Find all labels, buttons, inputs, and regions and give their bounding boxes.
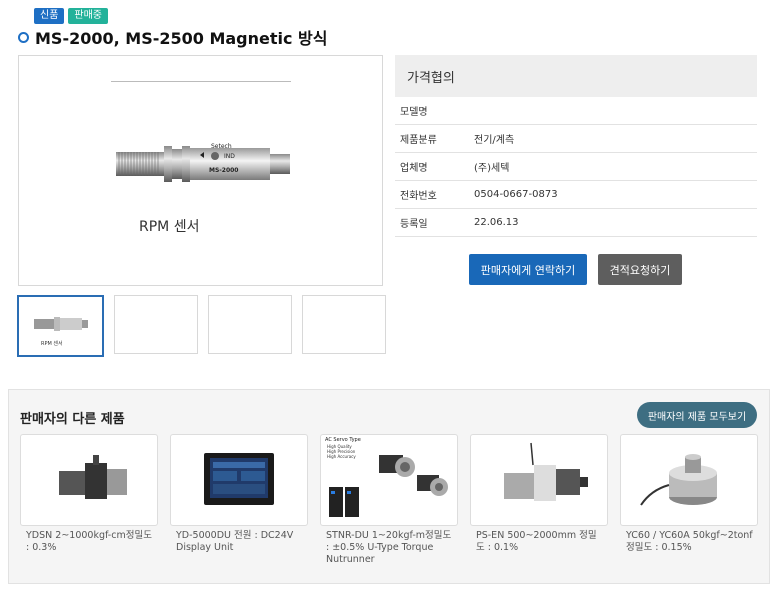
new-badge: 신품 [34,8,65,24]
see-all-products-button[interactable]: 판매자의 제품 모두보기 [637,402,757,428]
thumbnail-4[interactable] [302,295,386,354]
info-row-model: 모델명 [395,97,757,125]
request-quote-button[interactable]: 견적요청하기 [598,254,682,285]
info-label: 등록일 [400,219,428,230]
image-caption: RPM 센서 [139,219,200,235]
other-products-section: 판매자의 다른 제품 판매자의 제품 모두보기 YDSN 2~1000kgf-c… [8,389,770,584]
info-row-category: 제품분류 전기/계측 [395,125,757,153]
sensor-label: IND [224,153,235,160]
product-card-list: YDSN 2~1000kgf-cm정밀도 : 0.3% YD-5000DU 전원… [20,434,758,566]
info-row-company: 업체명 (주)세텍 [395,153,757,181]
display-unit-image [204,453,274,505]
info-label: 업체명 [400,163,428,174]
product-main-image[interactable]: Setech IND MS-2000 RPM 센서 [18,55,383,286]
product-card[interactable]: YD-5000DU 전원 : DC24V Display Unit [170,434,308,566]
info-value: 전기/계측 [474,135,515,146]
product-card[interactable]: AC Servo Type High Quality High Precisio… [320,434,458,566]
product-card-name[interactable]: PS-EN 500~2000mm 정밀도 : 0.1% [470,530,608,554]
load-cell-image [640,454,717,506]
product-card[interactable]: YC60 / YC60A 50kgf~2tonf 정밀도 : 0.15% [620,434,758,566]
product-info-panel: 가격협의 모델명 제품분류 전기/계측 업체명 (주)세텍 전화번호 0504-… [395,55,757,237]
product-card-image[interactable] [170,434,308,526]
selling-badge: 판매중 [68,8,109,24]
thumbnail-strip: RPM 센서 [17,295,386,357]
product-card-name[interactable]: YC60 / YC60A 50kgf~2tonf 정밀도 : 0.15% [620,530,758,554]
circle-bullet-icon [18,31,29,43]
info-value: (주)세텍 [474,163,510,174]
thumbnail-2[interactable] [114,295,198,354]
info-value: 22.06.13 [474,217,519,228]
product-card-name[interactable]: YD-5000DU 전원 : DC24V Display Unit [170,530,308,554]
page-title: MS-2000, MS-2500 Magnetic 방식 [18,25,328,49]
info-label: 제품분류 [400,135,437,146]
contact-seller-button[interactable]: 판매자에게 연락하기 [469,254,587,285]
product-card-name[interactable]: YDSN 2~1000kgf-cm정밀도 : 0.3% [20,530,158,554]
rpm-sensor-image [116,146,290,182]
sensor-brand: Setech [211,143,232,150]
info-label: 모델명 [400,107,428,118]
sensor-model: MS-2000 [209,167,239,174]
servo-image-title: AC Servo Type [325,437,361,443]
badges: 신품 판매중 [34,8,109,24]
price-heading: 가격협의 [395,55,757,97]
info-row-date: 등록일 22.06.13 [395,209,757,237]
thumbnail-1[interactable]: RPM 센서 [17,295,104,357]
product-title: MS-2000, MS-2500 Magnetic 방식 [35,29,328,48]
info-value: 0504-0667-0873 [474,189,558,200]
position-sensor-image [504,442,588,501]
product-card-image[interactable] [20,434,158,526]
torque-sensor-image [59,455,127,499]
thumbnail-3[interactable] [208,295,292,354]
thumbnail-caption: RPM 센서 [41,341,63,347]
product-card-image[interactable] [470,434,608,526]
section-title: 판매자의 다른 제품 [20,412,125,427]
sensor-thumbnail-image [34,317,88,331]
product-card[interactable]: PS-EN 500~2000mm 정밀도 : 0.1% [470,434,608,566]
servo-bullet: High Accuracy [327,454,356,459]
product-card-image[interactable] [620,434,758,526]
product-card-name[interactable]: STNR-DU 1~20kgf-m정밀도 : ±0.5% U-Type Torq… [320,530,458,566]
info-row-phone: 전화번호 0504-0667-0873 [395,181,757,209]
info-label: 전화번호 [400,191,437,202]
product-card-image[interactable]: AC Servo Type High Quality High Precisio… [320,434,458,526]
product-card[interactable]: YDSN 2~1000kgf-cm정밀도 : 0.3% [20,434,158,566]
